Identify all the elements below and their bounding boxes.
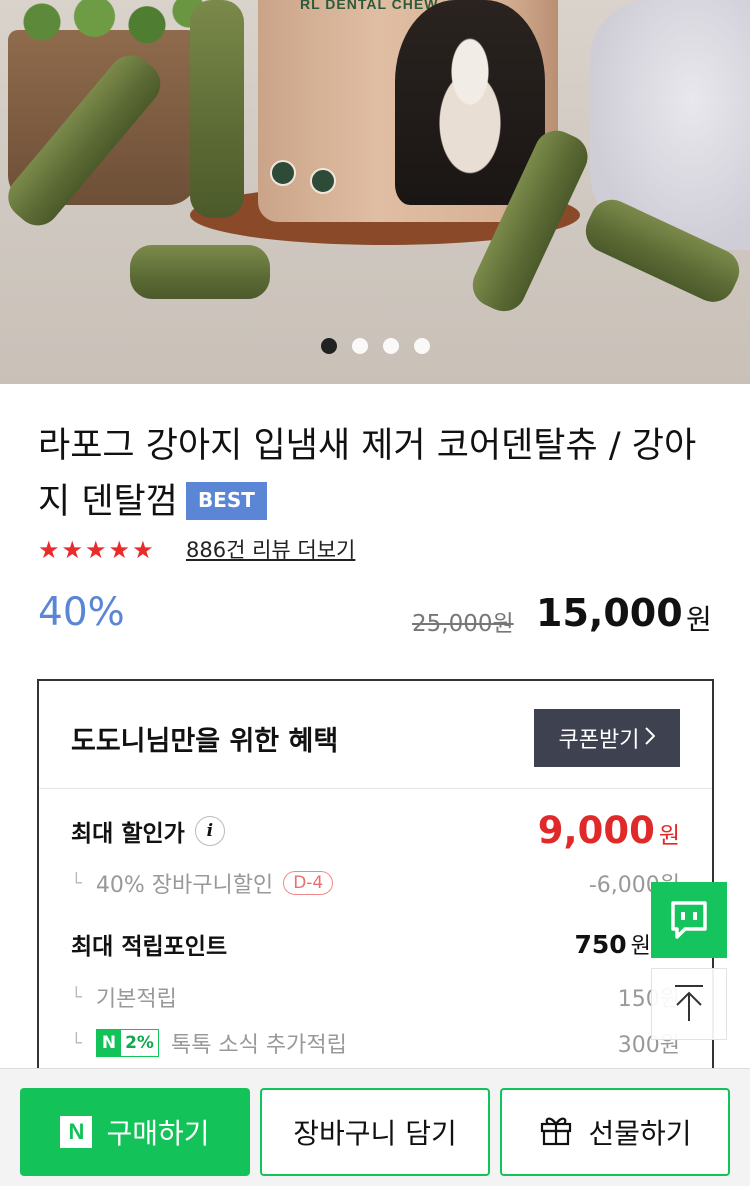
carousel-dot[interactable] — [351, 338, 368, 354]
tooth-icon — [310, 168, 336, 194]
max-points-unit: 원 — [630, 934, 651, 959]
tree-branch-icon: └ — [71, 986, 82, 1008]
basic-points-row: └ 기본적립 150원 — [71, 981, 680, 1013]
plaque-icon — [270, 160, 296, 186]
benefit-title: 도도니님만을 위한 혜택 — [71, 726, 339, 757]
carousel-dot[interactable] — [413, 338, 430, 354]
scroll-top-button[interactable] — [651, 968, 727, 1040]
max-discount-amount: 9,000 원 — [538, 809, 680, 852]
get-coupon-label: 쿠폰받기 — [558, 728, 640, 753]
carousel-dot[interactable] — [382, 338, 399, 354]
arrow-up-icon — [671, 983, 707, 1026]
buy-button[interactable]: N 구매하기 — [20, 1088, 250, 1176]
talk-points-label: 톡톡 소식 추가적립 — [170, 1033, 347, 1058]
rating-stars: ★ ★ ★ ★ ★ — [38, 536, 154, 564]
sale-price: 15,000 — [536, 591, 683, 635]
cart-discount-row: └ 40% 장바구니할인 D-4 -6,000원 — [71, 867, 680, 899]
cart-discount-label: 40% 장바구니할인 — [95, 873, 274, 898]
star-icon: ★ — [61, 536, 84, 564]
chevron-right-icon — [645, 726, 656, 751]
star-icon: ★ — [38, 536, 60, 564]
star-icon: ★ — [132, 536, 154, 564]
benefit-header: 도도니님만을 위한 혜택 쿠폰받기 — [39, 681, 712, 789]
max-points-row[interactable]: 최대 적립포인트 750 원 — [71, 927, 680, 961]
review-link[interactable]: 886건 리뷰 더보기 — [186, 536, 355, 564]
max-points-label: 최대 적립포인트 — [71, 934, 228, 960]
dental-chew-stick — [190, 0, 244, 218]
badge-rate: 2% — [125, 1033, 154, 1053]
canister-label-text: RL DENTAL CHEW — [300, 0, 439, 12]
sale-price-unit: 원 — [686, 603, 712, 636]
tree-branch-icon: └ — [71, 872, 82, 894]
gift-icon — [538, 1111, 574, 1154]
product-title-text: 라포그 강아지 입냄새 제거 코어덴탈츄 / 강아지 덴탈껌 — [38, 426, 697, 522]
cart-label: 장바구니 담기 — [293, 1117, 457, 1150]
carousel-dot[interactable] — [320, 338, 337, 354]
original-price: 25,000원 — [412, 611, 514, 637]
talk-talk-button[interactable] — [651, 882, 727, 958]
carousel-indicator — [0, 338, 750, 354]
max-discount-label: 최대 할인가 — [71, 820, 185, 847]
buy-label: 구매하기 — [106, 1117, 210, 1150]
discount-rate: 40% — [38, 590, 125, 635]
product-image-carousel[interactable]: RL DENTAL CHEW — [0, 0, 750, 384]
naver-n-icon: N — [60, 1116, 93, 1148]
dday-badge: D-4 — [283, 871, 334, 895]
add-to-cart-button[interactable]: 장바구니 담기 — [260, 1088, 490, 1176]
tree-branch-icon: └ — [71, 1032, 82, 1054]
max-discount-row: 최대 할인가 i 9,000 원 — [71, 809, 680, 852]
talk-points-row: └ N 2% 톡톡 소식 추가적립 300원 — [71, 1027, 680, 1059]
star-icon: ★ — [85, 536, 107, 564]
best-badge: BEST — [185, 482, 267, 520]
max-discount-price: 9,000 — [537, 809, 655, 852]
info-icon[interactable]: i — [194, 815, 225, 846]
gift-label: 선물하기 — [588, 1117, 692, 1150]
product-title: 라포그 강아지 입냄새 제거 코어덴탈츄 / 강아지 덴탈껌 BEST — [38, 418, 718, 530]
naver-logo-icon: N — [96, 1030, 122, 1056]
max-discount-unit: 원 — [658, 823, 680, 849]
max-points-value: 750 — [574, 930, 627, 959]
basic-points-label: 기본적립 — [95, 987, 177, 1012]
gift-button[interactable]: 선물하기 — [500, 1088, 730, 1176]
bottom-action-bar: N 구매하기 장바구니 담기 선물하기 — [0, 1068, 750, 1186]
plant-leaves-illustration — [0, 0, 210, 55]
star-icon: ★ — [108, 536, 131, 564]
dental-chew-stick — [130, 245, 270, 299]
chat-bubble-icon — [667, 897, 711, 944]
get-coupon-button[interactable]: 쿠폰받기 — [534, 709, 680, 767]
naver-2pct-badge: N 2% — [95, 1029, 159, 1057]
